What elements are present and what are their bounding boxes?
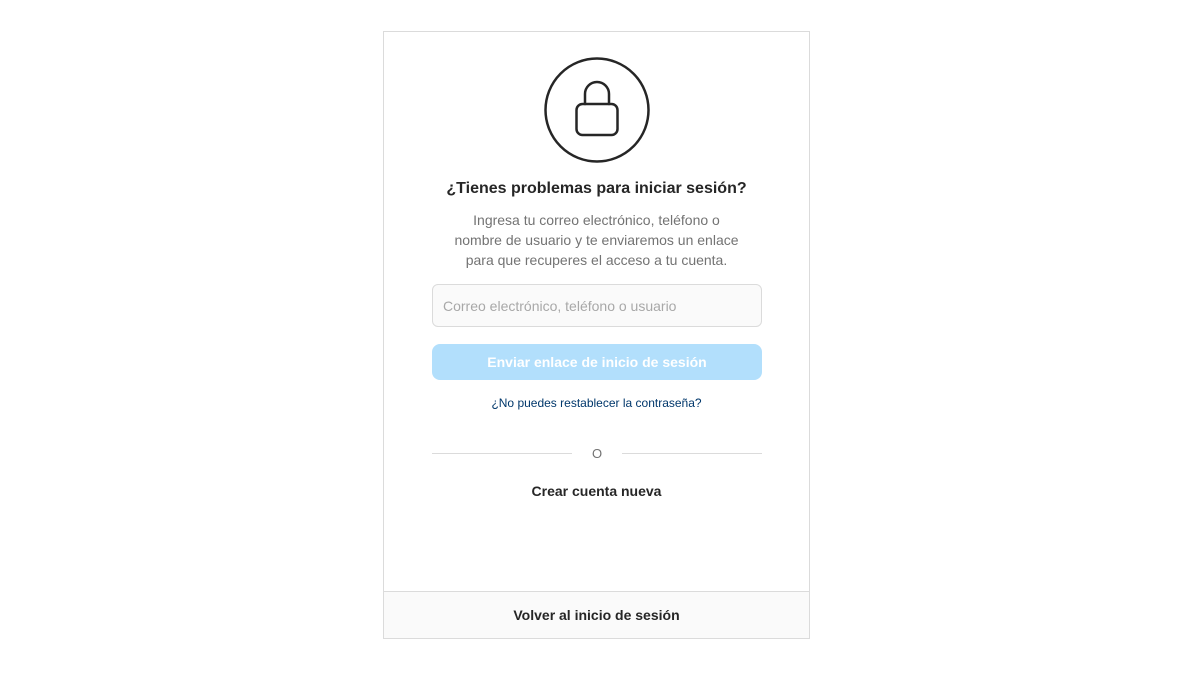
lock-icon [544, 57, 650, 163]
page: ¿Tienes problemas para iniciar sesión? I… [0, 0, 1200, 675]
card-main: ¿Tienes problemas para iniciar sesión? I… [384, 32, 809, 592]
instructions-line: para que recuperes el acceso a tu cuenta… [465, 252, 728, 268]
account-input-wrapper [432, 284, 762, 327]
or-divider: O [432, 444, 762, 464]
instructions-line: nombre de usuario y te enviaremos un enl… [454, 232, 739, 248]
card-footer: Volver al inicio de sesión [384, 591, 809, 638]
divider-line-right [622, 453, 762, 454]
instructions-line: Ingresa tu correo electrónico, teléfono … [473, 212, 720, 228]
cant-reset-password-link[interactable]: ¿No puedes restablecer la contraseña? [384, 395, 809, 411]
instructions-text: Ingresa tu correo electrónico, teléfono … [434, 210, 759, 270]
create-account-link[interactable]: Crear cuenta nueva [384, 481, 809, 501]
page-title: ¿Tienes problemas para iniciar sesión? [446, 180, 747, 197]
account-identifier-input[interactable] [433, 285, 761, 326]
password-reset-card: ¿Tienes problemas para iniciar sesión? I… [383, 31, 810, 639]
send-login-link-button[interactable]: Enviar enlace de inicio de sesión [432, 344, 762, 380]
divider-text: O [591, 446, 603, 461]
back-to-login-link[interactable]: Volver al inicio de sesión [384, 592, 809, 638]
